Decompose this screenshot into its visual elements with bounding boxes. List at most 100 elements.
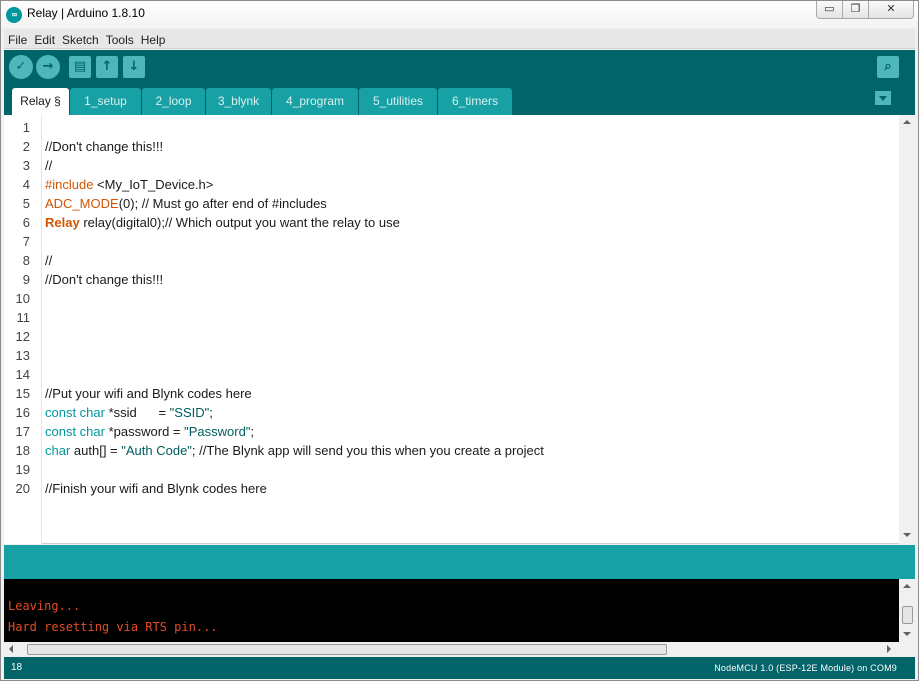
toolbar: ✓ → ▤ ↑ ↓ ⌕ [4,50,915,85]
console-line: Hard resetting via RTS pin... [8,620,218,634]
minimize-icon: ▭ [824,2,835,15]
code-text: (0); // Must go after end of #includes [118,196,327,211]
line-number: 8 [22,253,30,268]
arrow-up-icon: ↑ [101,59,113,74]
line-number: 10 [15,291,30,306]
code-keyword: const char [45,405,105,420]
console-scroll-thumb[interactable] [902,606,913,624]
code-text: ; //The Blynk app will send you this whe… [191,443,544,458]
code-editor[interactable]: 1 2 3 4 5 6 7 8 9 10 11 12 13 14 15 16 1… [4,115,915,544]
menu-help[interactable]: Help [137,31,169,47]
status-bar: 18 NodeMCU 1.0 (ESP-12E Module) on COM9 [4,657,915,679]
tab-5-utilities[interactable]: 5_utilities [359,88,437,115]
line-number: 6 [22,215,30,230]
open-sketch-button[interactable]: ↑ [96,56,118,78]
console-line: Leaving... [8,599,81,613]
current-line-number: 18 [11,662,23,673]
maximize-button[interactable]: ❐ [842,1,869,19]
line-number: 17 [15,424,30,439]
code-string: "Password" [184,424,251,439]
chevron-down-icon [879,96,887,101]
tab-relay[interactable]: Relay § [12,88,69,115]
code-text: <My_IoT_Device.h> [93,177,214,192]
verify-button[interactable]: ✓ [9,55,33,79]
code-text: ; [209,405,213,420]
tab-6-timers[interactable]: 6_timers [438,88,512,115]
magnifier-icon: ⌕ [884,59,892,74]
tab-1-setup[interactable]: 1_setup [70,88,141,115]
arrow-right-icon: → [42,59,54,74]
code-keyword: #include [45,177,94,192]
code-string: "SSID" [169,405,210,420]
sketch-tab-strip: Relay § 1_setup 2_loop 3_blynk 4_program… [4,85,915,115]
code-text: *password = [104,424,185,439]
line-number: 9 [22,272,30,287]
code-text: *ssid = [104,405,170,420]
menu-tools[interactable]: Tools [102,31,137,47]
editor-vertical-scrollbar[interactable] [899,115,915,544]
line-number: 16 [15,405,30,420]
code-line: char auth[] = "Auth Code"; //The Blynk a… [45,443,544,458]
code-line: //Finish your wifi and Blynk codes here [45,481,267,496]
scroll-down-icon[interactable] [903,533,911,537]
code-keyword: char [45,443,71,458]
close-button[interactable]: ✕ [868,1,914,19]
console-output[interactable]: Leaving... Hard resetting via RTS pin... [4,579,915,656]
line-number: 19 [15,462,30,477]
new-sketch-button[interactable]: ▤ [69,56,91,78]
menu-edit[interactable]: Edit [30,31,58,47]
checkmark-icon: ✓ [15,59,27,74]
board-port-info: NodeMCU 1.0 (ESP-12E Module) on COM9 [714,663,897,673]
code-keyword: ADC_MODE [45,196,119,211]
line-number: 12 [15,329,30,344]
arduino-ide-window: ∞ Relay | Arduino 1.8.10 ▭ ❐ ✕ File Edit S… [0,0,919,681]
maximize-icon: ❐ [850,2,861,15]
tab-2-loop[interactable]: 2_loop [142,88,205,115]
save-sketch-button[interactable]: ↓ [123,56,145,78]
scroll-left-icon[interactable] [9,645,13,653]
scrollbar-corner [899,642,915,656]
scroll-up-icon[interactable] [903,120,911,124]
code-line: // [45,158,53,173]
title-bar[interactable]: ∞ Relay | Arduino 1.8.10 ▭ ❐ ✕ [1,1,918,28]
new-file-icon: ▤ [73,59,87,74]
minimize-button[interactable]: ▭ [816,1,843,19]
code-line: #include <My_IoT_Device.h> [45,177,213,192]
code-line: //Don't change this!!! [45,139,164,154]
line-number: 1 [22,120,30,135]
upload-button[interactable]: → [36,55,60,79]
menu-file[interactable]: File [4,31,30,47]
serial-monitor-button[interactable]: ⌕ [877,56,899,78]
code-text: relay(digital0);// Which output you want… [79,215,400,230]
tab-4-program[interactable]: 4_program [272,88,358,115]
line-number: 4 [22,177,30,192]
arduino-logo-icon: ∞ [6,7,22,23]
scroll-up-icon[interactable] [903,584,911,588]
code-keyword: const char [45,424,105,439]
line-number: 18 [15,443,30,458]
message-area [4,545,915,579]
code-string: "Auth Code" [121,443,192,458]
line-number: 11 [16,310,31,325]
menu-sketch[interactable]: Sketch [58,31,102,47]
menu-bar: File Edit Sketch Tools Help [4,29,915,49]
line-number: 2 [22,139,30,154]
code-keyword: Relay [45,215,80,230]
line-number: 15 [15,386,30,401]
code-line: //Put your wifi and Blynk codes here [45,386,252,401]
line-number: 7 [22,234,30,249]
scroll-right-icon[interactable] [887,645,891,653]
console-horizontal-scroll-thumb[interactable] [27,644,667,655]
line-number: 14 [15,367,30,382]
line-number-gutter: 1 2 3 4 5 6 7 8 9 10 11 12 13 14 15 16 1… [4,115,42,544]
code-line: ADC_MODE(0); // Must go after end of #in… [45,196,327,211]
line-number: 20 [15,481,30,496]
tab-3-blynk[interactable]: 3_blynk [206,88,271,115]
scroll-down-icon[interactable] [903,632,911,636]
window-title: Relay | Arduino 1.8.10 [27,6,145,20]
arrow-down-icon: ↓ [128,59,140,74]
code-line: //Don't change this!!! [45,272,164,287]
line-number: 13 [15,348,30,363]
code-text: auth[] = [70,443,122,458]
code-line: const char *password = "Password"; [45,424,254,439]
